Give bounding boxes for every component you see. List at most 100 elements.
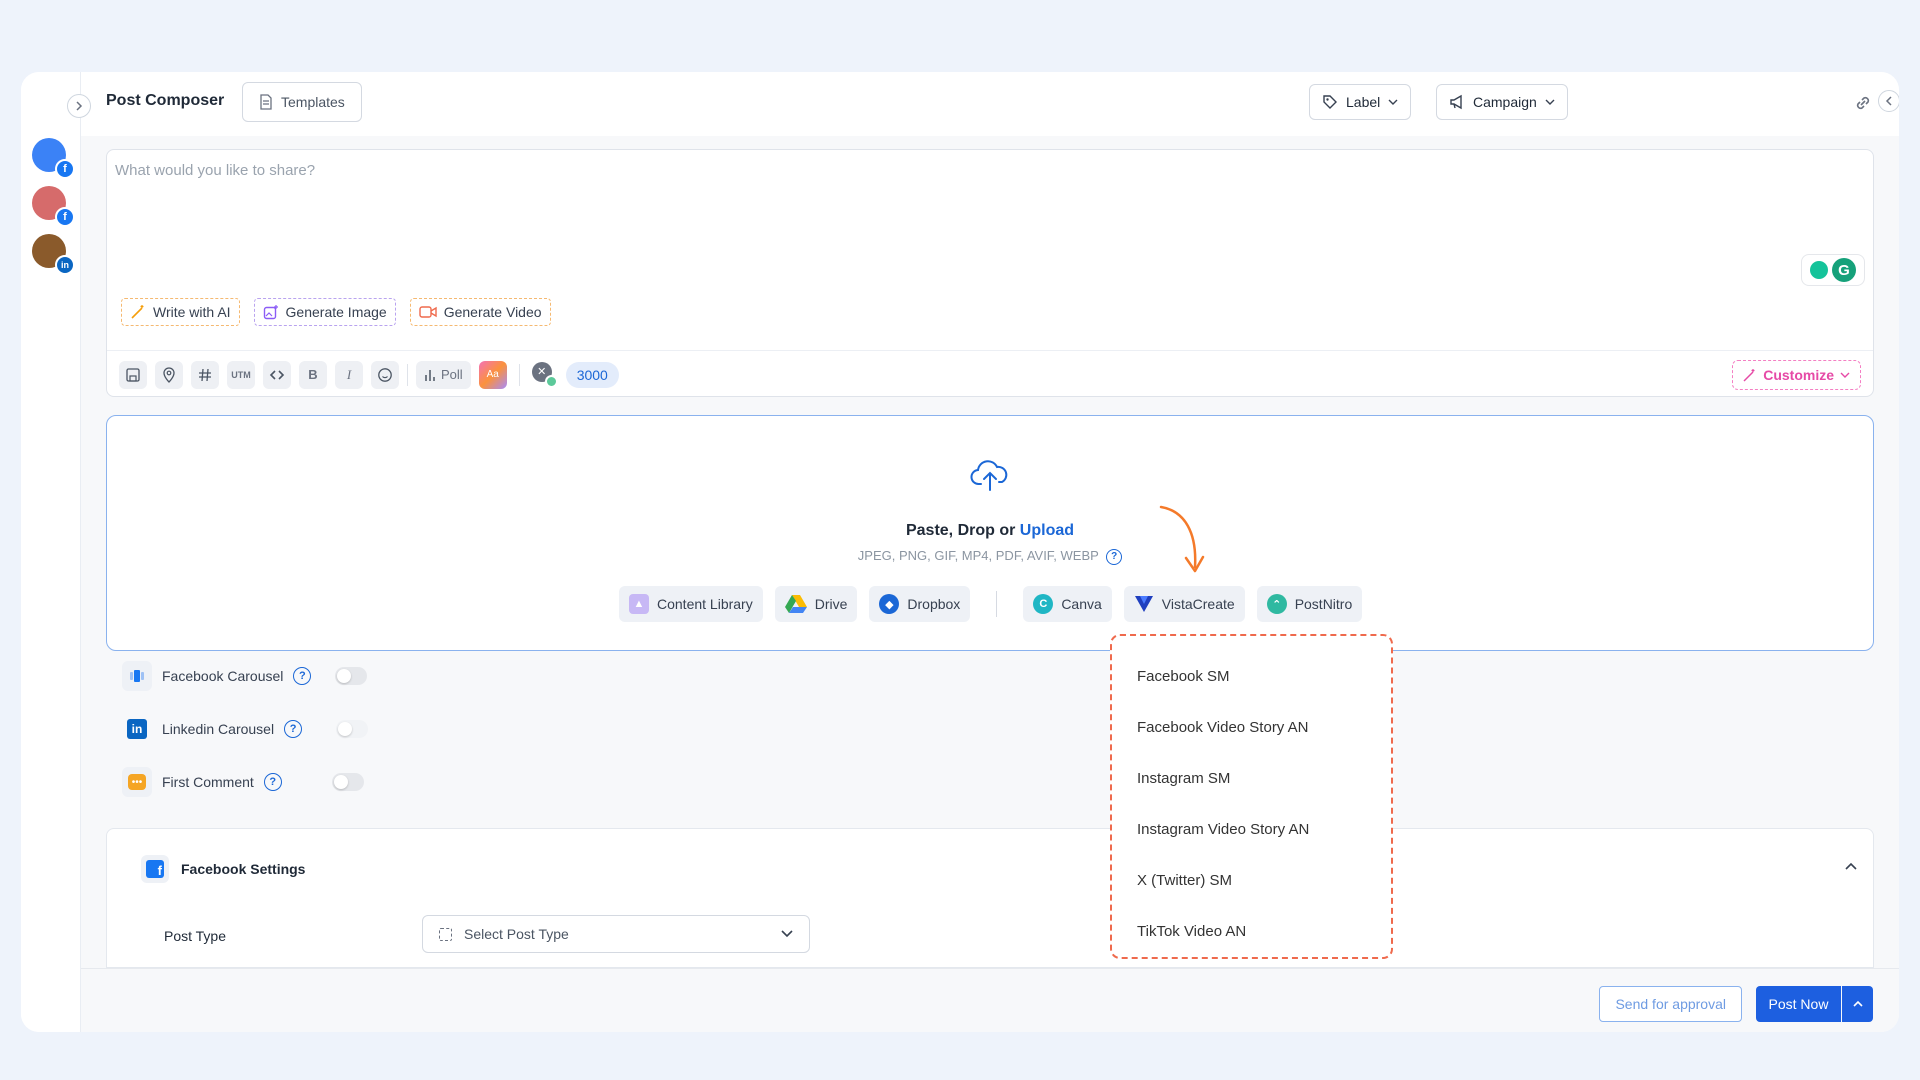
content-library-label: Content Library <box>657 596 753 612</box>
write-with-ai-button[interactable]: Write with AI <box>121 298 240 326</box>
grammarly-widget[interactable]: G <box>1801 254 1865 286</box>
chevron-up-icon[interactable] <box>1845 861 1857 871</box>
generate-image-button[interactable]: Generate Image <box>253 298 396 326</box>
menu-item-instagram-video-story-an[interactable]: Instagram Video Story AN <box>1112 804 1391 855</box>
help-icon[interactable]: ? <box>1106 548 1123 565</box>
location-pin-icon <box>163 366 175 383</box>
document-icon <box>260 94 272 110</box>
grammarly-icon: G <box>1832 258 1856 282</box>
post-now-button[interactable]: Post Now <box>1756 986 1841 1022</box>
chevron-down-icon <box>1545 99 1555 105</box>
google-drive-icon <box>784 595 807 613</box>
generate-image-label: Generate Image <box>285 304 387 320</box>
poll-button[interactable]: Poll <box>416 360 471 389</box>
magic-wand-icon <box>1743 369 1755 382</box>
ai-actions: Write with AI Generate Image Generate Vi… <box>121 298 551 326</box>
character-count-badge: 3000 <box>565 361 619 388</box>
sources-divider <box>996 591 998 617</box>
drive-button[interactable]: Drive <box>774 586 858 622</box>
expand-rail-button[interactable] <box>67 94 91 118</box>
comment-icon: ••• <box>122 767 152 797</box>
menu-item-facebook-video-story-an[interactable]: Facebook Video Story AN <box>1112 702 1391 753</box>
help-icon[interactable]: ? <box>293 667 312 685</box>
vistacreate-label: VistaCreate <box>1161 596 1235 612</box>
menu-item-tiktok-video-an[interactable]: TikTok Video AN <box>1112 906 1391 957</box>
facebook-settings-panel: f Facebook Settings Post Type Select Pos… <box>106 828 1874 968</box>
post-type-select[interactable]: Select Post Type <box>422 915 810 953</box>
facebook-carousel-option: Facebook Carousel ? <box>122 661 368 691</box>
content-library-button[interactable]: ▲ Content Library <box>619 586 763 622</box>
first-comment-toggle[interactable] <box>331 773 364 791</box>
media-sources: ▲ Content Library Drive ◆ Dropbox C Canv… <box>619 586 1363 622</box>
label-text: Label <box>1346 94 1381 110</box>
bar-chart-icon <box>425 369 435 381</box>
label-dropdown[interactable]: Label <box>1309 84 1412 120</box>
campaign-dropdown[interactable]: Campaign <box>1436 84 1568 120</box>
save-draft-button[interactable] <box>119 360 147 389</box>
account-rail: f f in <box>21 72 81 1032</box>
bold-button[interactable]: B <box>299 360 327 389</box>
upload-link[interactable]: Upload <box>1020 522 1074 539</box>
postnitro-label: PostNitro <box>1294 596 1353 612</box>
save-icon <box>126 367 140 382</box>
vistacreate-button[interactable]: VistaCreate <box>1123 586 1245 622</box>
account-avatar[interactable]: in <box>32 234 75 275</box>
utm-button[interactable]: UTM <box>227 360 255 389</box>
post-text-input[interactable]: What would you like to share? <box>115 162 315 179</box>
facebook-carousel-toggle[interactable] <box>335 667 368 685</box>
supported-formats: JPEG, PNG, GIF, MP4, PDF, AVIF, WEBP ? <box>107 548 1873 565</box>
linkedin-icon: in <box>55 255 75 275</box>
send-for-approval-button[interactable]: Send for approval <box>1599 986 1742 1022</box>
preview-toggle-icon[interactable]: ✕ <box>531 361 558 388</box>
toolbar-divider <box>407 363 408 386</box>
account-avatar[interactable]: f <box>32 138 75 179</box>
vistacreate-format-menu: Facebook SM Facebook Video Story AN Inst… <box>1110 634 1393 959</box>
smiley-icon <box>378 367 392 382</box>
hashtag-icon <box>199 368 211 381</box>
postnitro-button[interactable]: ⌃ PostNitro <box>1256 586 1363 622</box>
facebook-settings-title: Facebook Settings <box>181 861 306 877</box>
menu-item-instagram-sm[interactable]: Instagram SM <box>1112 753 1391 804</box>
generate-video-label: Generate Video <box>443 304 542 320</box>
customize-button[interactable]: Customize <box>1732 360 1861 390</box>
chevron-down-icon <box>1840 372 1850 378</box>
dropbox-button[interactable]: ◆ Dropbox <box>869 586 971 622</box>
help-icon[interactable]: ? <box>284 720 303 738</box>
location-button[interactable] <box>155 360 183 389</box>
menu-item-facebook-sm[interactable]: Facebook SM <box>1112 651 1391 702</box>
post-options-button[interactable] <box>1842 986 1873 1022</box>
video-camera-icon <box>419 306 437 318</box>
canva-button[interactable]: C Canva <box>1023 586 1112 622</box>
magic-wand-icon <box>131 305 144 319</box>
postnitro-icon: ⌃ <box>1266 594 1287 614</box>
italic-button[interactable]: I <box>335 360 363 389</box>
drive-label: Drive <box>814 596 848 612</box>
account-avatar[interactable]: f <box>32 186 75 227</box>
post-editor: What would you like to share? Write with… <box>106 149 1874 397</box>
font-style-icon[interactable]: Aa <box>478 360 507 389</box>
templates-button[interactable]: Templates <box>242 82 362 122</box>
canva-icon: C <box>1033 594 1054 614</box>
facebook-carousel-label: Facebook Carousel <box>162 668 284 684</box>
chevron-left-icon <box>1885 96 1892 106</box>
linkedin-carousel-toggle[interactable] <box>336 720 369 738</box>
facebook-settings-header[interactable]: f Facebook Settings <box>141 855 305 883</box>
toolbar-divider <box>518 363 520 386</box>
annotation-arrow-icon <box>1159 505 1205 573</box>
lightbulb-icon <box>1810 261 1828 279</box>
media-dropzone[interactable]: Paste, Drop or Upload JPEG, PNG, GIF, MP… <box>106 415 1874 651</box>
link-icon[interactable] <box>1853 93 1873 118</box>
hashtag-button[interactable] <box>191 360 219 389</box>
composer-footer: Send for approval Post Now <box>81 968 1899 1032</box>
menu-item-x-twitter-sm[interactable]: X (Twitter) SM <box>1112 855 1391 906</box>
help-icon[interactable]: ? <box>263 773 282 791</box>
facebook-icon: f <box>141 855 169 883</box>
shortlink-button[interactable] <box>263 360 291 389</box>
generate-video-button[interactable]: Generate Video <box>409 298 551 326</box>
emoji-button[interactable] <box>371 360 399 389</box>
carousel-icon <box>122 661 152 691</box>
templates-label: Templates <box>281 94 345 110</box>
collapse-panel-button[interactable] <box>1878 90 1899 112</box>
image-library-icon: ▲ <box>629 594 649 614</box>
poll-label: Poll <box>441 367 463 382</box>
